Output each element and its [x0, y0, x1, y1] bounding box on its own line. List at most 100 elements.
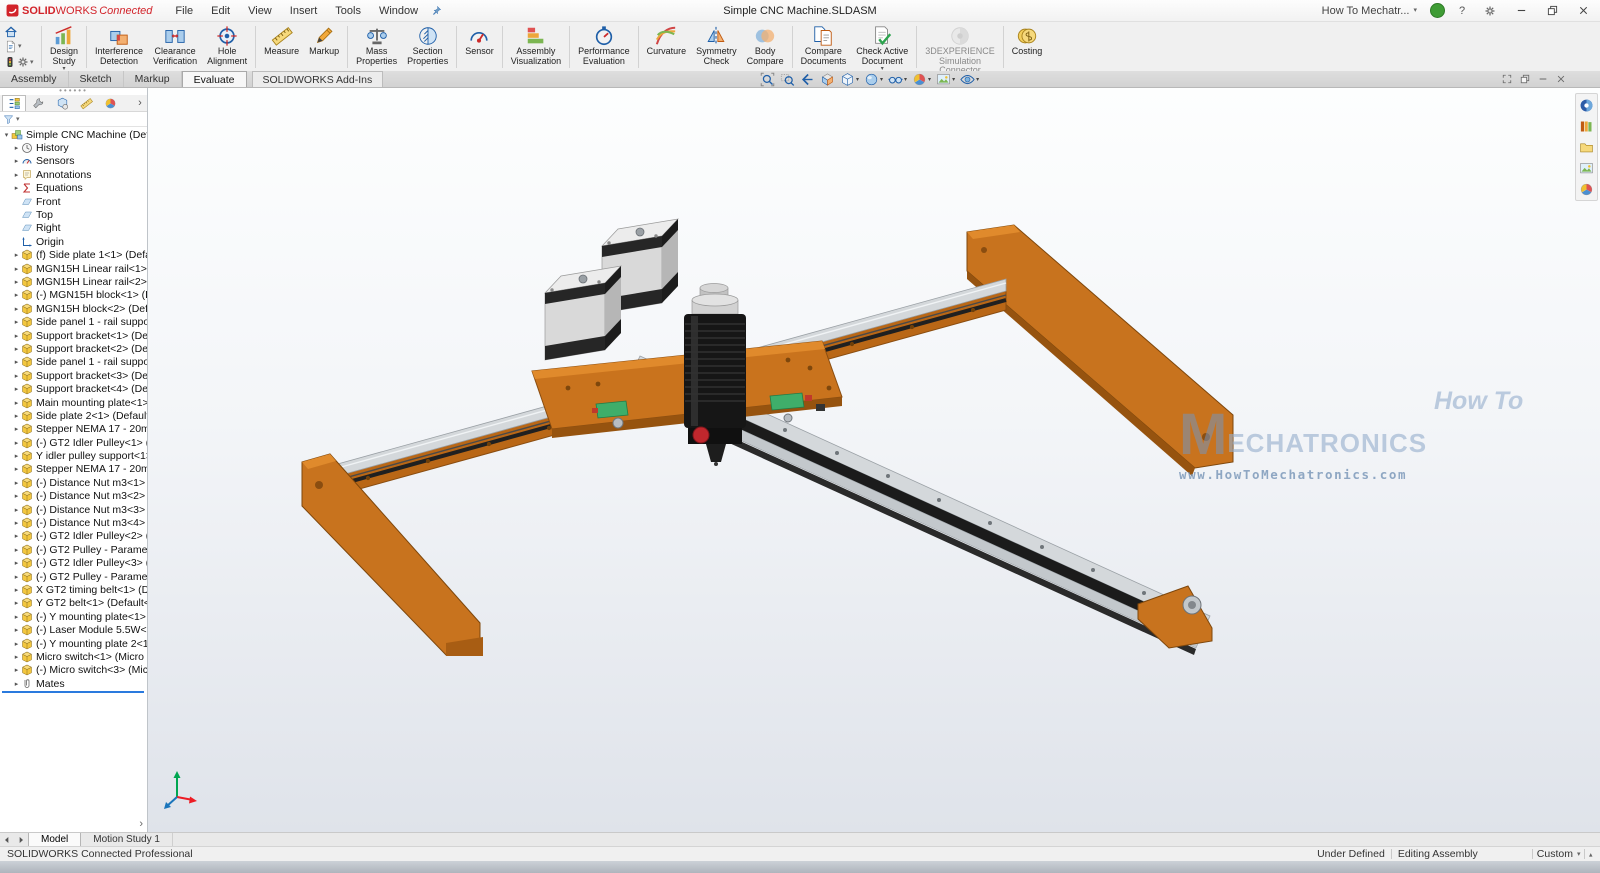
rollback-bar[interactable] [2, 691, 144, 693]
expand-arrow-icon[interactable]: ▸ [12, 573, 21, 581]
tool-performance-evaluation[interactable]: PerformanceEvaluation [573, 23, 635, 71]
propertymanager-tab[interactable] [26, 95, 50, 111]
tree-item[interactable]: Origin [0, 235, 147, 248]
threedx-panel-tab[interactable] [1578, 97, 1595, 113]
viewport-minimize-icon[interactable] [1538, 74, 1548, 84]
fm-tabs-overflow-chevron[interactable]: › [133, 95, 147, 111]
filter-funnel-icon[interactable] [3, 114, 14, 125]
tree-item[interactable]: Right [0, 222, 147, 235]
stepper-motor-front[interactable] [545, 266, 621, 360]
expand-arrow-icon[interactable]: ▸ [12, 372, 21, 380]
menu-window[interactable]: Window [370, 5, 427, 17]
display-style-button[interactable]: ▾ [862, 71, 885, 87]
expand-arrow-icon[interactable]: ▸ [12, 318, 21, 326]
tool-check-active-document[interactable]: Check ActiveDocument▾ [851, 23, 913, 71]
expand-arrow-icon[interactable]: ▸ [12, 492, 21, 500]
featuremanager-tab[interactable] [2, 95, 26, 111]
tool-symmetry-check[interactable]: SymmetryCheck [691, 23, 742, 71]
tree-item[interactable]: Front [0, 195, 147, 208]
menu-insert[interactable]: Insert [281, 5, 327, 17]
doctab-motion-study-1[interactable]: Motion Study 1 [81, 833, 173, 846]
tree-item[interactable]: ▸MGN15H Linear rail<1> (Default<<D [0, 262, 147, 275]
tree-item[interactable]: ▸MGN15H Linear rail<2> (Default<<D [0, 275, 147, 288]
tool-costing[interactable]: Costing [1007, 23, 1048, 71]
linear-carriage-block[interactable] [770, 393, 804, 410]
expand-arrow-icon[interactable]: ▸ [12, 184, 21, 192]
file-explorer-tab[interactable] [1578, 139, 1595, 155]
configurationmanager-tab[interactable] [50, 95, 74, 111]
tree-item[interactable]: ▸Mates [0, 677, 147, 690]
tool-assembly-visualization[interactable]: AssemblyVisualization [506, 23, 566, 71]
tab-nav-left-icon[interactable] [0, 833, 14, 846]
tree-item[interactable]: ▸Y idler pulley support<1> (Default< [0, 449, 147, 462]
tool-body-compare[interactable]: BodyCompare [742, 23, 789, 71]
expand-arrow-icon[interactable]: ▾ [2, 131, 11, 139]
tab-evaluate[interactable]: Evaluate [182, 71, 247, 87]
micro-switch[interactable] [816, 404, 825, 411]
expand-arrow-icon[interactable]: ▸ [12, 305, 21, 313]
design-library-tab[interactable] [1578, 118, 1595, 134]
tree-item[interactable]: ▸Support bracket<1> (Default<<Defa [0, 329, 147, 342]
expand-arrow-icon[interactable]: ▸ [12, 680, 21, 688]
appearances-tab[interactable] [1578, 181, 1595, 197]
expand-arrow-icon[interactable]: ▸ [12, 251, 21, 259]
caret-down-icon[interactable]: ▾ [18, 43, 22, 50]
settings-button[interactable] [17, 56, 29, 68]
tab-nav-right-icon[interactable] [14, 833, 28, 846]
tree-item[interactable]: ▸(-) Y mounting plate 2<1> (Default< [0, 637, 147, 650]
expand-arrow-icon[interactable]: ▸ [12, 599, 21, 607]
expand-arrow-icon[interactable]: ▸ [12, 653, 21, 661]
viewport-restore-icon[interactable] [1520, 74, 1530, 84]
tree-item[interactable]: ▸(-) Laser Module 5.5W<1> (Default< [0, 623, 147, 636]
tree-item[interactable]: ▸History [0, 141, 147, 154]
expand-arrow-icon[interactable]: ▸ [12, 532, 21, 540]
doctab-model[interactable]: Model [28, 833, 81, 846]
tree-item[interactable]: Top [0, 208, 147, 221]
tree-item[interactable]: ▸(-) Micro switch<3> (Micro switch< [0, 664, 147, 677]
tree-item[interactable]: ▸(f) Side plate 1<1> (Default<<Defau [0, 249, 147, 262]
menu-edit[interactable]: Edit [202, 5, 239, 17]
view-orientation-button[interactable]: ▾ [838, 71, 861, 87]
options-gear-icon[interactable] [1479, 2, 1501, 20]
viewport-expand-icon[interactable] [1502, 74, 1512, 84]
expand-arrow-icon[interactable]: ▸ [12, 171, 21, 179]
expand-arrow-icon[interactable]: ▸ [12, 546, 21, 554]
graphics-viewport[interactable]: How To MECHATRONICS www.HowToMechatronic… [148, 88, 1600, 832]
expand-arrow-icon[interactable]: ▸ [12, 278, 21, 286]
tool-section-properties[interactable]: SectionProperties [402, 23, 453, 71]
tree-item[interactable]: ▸(-) GT2 Idler Pulley<2> (Default<<D [0, 530, 147, 543]
hide-show-items-button[interactable]: ▾ [886, 71, 909, 87]
minimize-button[interactable] [1510, 2, 1532, 20]
tree-item[interactable]: ▸Side panel 1 - rail support<2> (Defa [0, 356, 147, 369]
tree-item[interactable]: ▸Support bracket<3> (Default<<Defa [0, 369, 147, 382]
custom-view-selector[interactable]: Custom ▾ ▾ [1532, 848, 1593, 860]
tree-item[interactable]: ▸Sensors [0, 155, 147, 168]
idler-pulley[interactable] [613, 418, 623, 428]
tree-item[interactable]: ▸(-) GT2 Pulley - Parametric<2> (GT2 [0, 543, 147, 556]
tab-assembly[interactable]: Assembly [0, 71, 69, 87]
expand-arrow-icon[interactable]: ▸ [12, 519, 21, 527]
expand-arrow-icon[interactable]: ▸ [12, 613, 21, 621]
zoom-to-area-button[interactable] [778, 71, 797, 87]
caret-down-icon[interactable]: ▾ [16, 116, 20, 123]
tree-item[interactable]: ▸(-) Y mounting plate<1> (Default<< [0, 610, 147, 623]
tab-markup[interactable]: Markup [124, 71, 182, 87]
linear-carriage-block[interactable] [596, 401, 628, 418]
laser-module[interactable] [684, 284, 746, 467]
left-side-plate[interactable] [302, 454, 483, 656]
tree-item[interactable]: ▸Stepper NEMA 17 - 20mm shaft<2> [0, 463, 147, 476]
tree-item[interactable]: ▸(-) Distance Nut m3<3> (Default<<I [0, 503, 147, 516]
tree-item[interactable]: ▸(-) Distance Nut m3<2> (Default<<I [0, 490, 147, 503]
expand-arrow-icon[interactable]: ▸ [12, 506, 21, 514]
expand-arrow-icon[interactable]: ▸ [12, 144, 21, 152]
tree-item[interactable]: ▾Simple CNC Machine (Default<Default_ [0, 128, 147, 141]
tree-item[interactable]: ▸Stepper NEMA 17 - 20mm shaft<1> [0, 423, 147, 436]
expand-arrow-icon[interactable]: ▸ [12, 666, 21, 674]
view-palette-tab[interactable] [1578, 160, 1595, 176]
tree-item[interactable]: ▸Main mounting plate<1> (Default<< [0, 396, 147, 409]
expand-arrow-icon[interactable]: ▸ [12, 399, 21, 407]
expand-arrow-icon[interactable]: ▸ [12, 291, 21, 299]
expand-arrow-icon[interactable]: ▸ [12, 157, 21, 165]
tree-item[interactable]: ▸(-) Distance Nut m3<4> (Default<<I [0, 516, 147, 529]
tool-markup[interactable]: Markup [304, 23, 344, 71]
